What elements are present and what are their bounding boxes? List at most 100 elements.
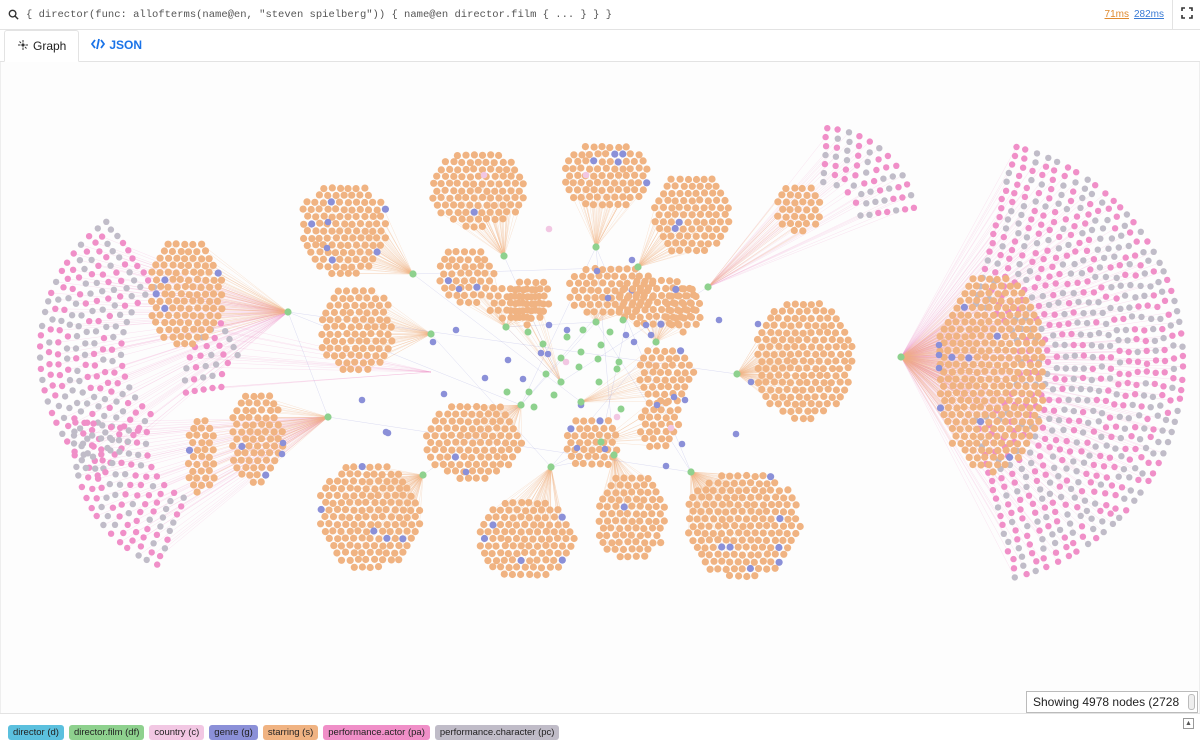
- starring-node[interactable]: [591, 424, 599, 433]
- performance-character-node[interactable]: [1045, 301, 1053, 309]
- starring-node[interactable]: [649, 435, 657, 443]
- performance-character-node[interactable]: [1102, 273, 1110, 281]
- performance-actor-node[interactable]: [910, 204, 918, 211]
- starring-node[interactable]: [683, 306, 691, 314]
- performance-character-node[interactable]: [845, 129, 853, 136]
- director-film-node[interactable]: [427, 330, 435, 338]
- starring-node[interactable]: [152, 318, 160, 326]
- performance-actor-node[interactable]: [1112, 491, 1119, 499]
- performance-actor-node[interactable]: [1050, 218, 1058, 226]
- performance-actor-node[interactable]: [191, 387, 198, 395]
- starring-node[interactable]: [726, 529, 734, 537]
- starring-node[interactable]: [333, 491, 341, 499]
- starring-node[interactable]: [156, 297, 164, 305]
- starring-node[interactable]: [344, 227, 352, 235]
- performance-character-node[interactable]: [899, 172, 906, 179]
- starring-node[interactable]: [960, 361, 969, 369]
- performance-character-node[interactable]: [1088, 190, 1096, 198]
- starring-node[interactable]: [202, 460, 210, 468]
- performance-character-node[interactable]: [137, 283, 144, 291]
- starring-node[interactable]: [632, 524, 640, 532]
- performance-character-node[interactable]: [1160, 334, 1167, 342]
- starring-node[interactable]: [637, 428, 645, 436]
- performance-actor-node[interactable]: [1155, 459, 1162, 467]
- performance-character-node[interactable]: [150, 540, 157, 547]
- starring-node[interactable]: [734, 558, 742, 566]
- starring-node[interactable]: [713, 196, 721, 204]
- genre-node[interactable]: [732, 430, 740, 438]
- starring-node[interactable]: [527, 293, 535, 301]
- starring-node[interactable]: [616, 525, 624, 533]
- starring-node[interactable]: [739, 523, 747, 531]
- genre-node[interactable]: [238, 442, 246, 451]
- performance-character-node[interactable]: [846, 138, 853, 146]
- performance-character-node[interactable]: [1005, 538, 1012, 546]
- tab-json[interactable]: JSON: [79, 29, 154, 61]
- starring-node[interactable]: [570, 534, 578, 543]
- performance-actor-node[interactable]: [1131, 326, 1139, 333]
- performance-actor-node[interactable]: [70, 250, 77, 257]
- starring-node[interactable]: [678, 361, 686, 369]
- performance-actor-node[interactable]: [116, 539, 124, 546]
- starring-node[interactable]: [611, 272, 619, 280]
- starring-node[interactable]: [779, 407, 787, 415]
- performance-character-node[interactable]: [1142, 380, 1150, 387]
- starring-node[interactable]: [616, 305, 624, 313]
- starring-node[interactable]: [320, 185, 328, 193]
- starring-node[interactable]: [238, 413, 246, 422]
- performance-character-node[interactable]: [1086, 386, 1094, 393]
- performance-actor-node[interactable]: [144, 452, 151, 459]
- starring-node[interactable]: [526, 557, 534, 565]
- starring-node[interactable]: [969, 289, 977, 297]
- performance-character-node[interactable]: [1060, 182, 1067, 189]
- starring-node[interactable]: [637, 298, 645, 306]
- starring-node[interactable]: [681, 383, 689, 391]
- starring-node[interactable]: [494, 306, 502, 314]
- starring-node[interactable]: [348, 249, 356, 257]
- starring-node[interactable]: [658, 292, 666, 300]
- starring-node[interactable]: [645, 503, 653, 511]
- genre-node[interactable]: [747, 378, 755, 386]
- performance-actor-node[interactable]: [88, 271, 96, 278]
- performance-actor-node[interactable]: [1176, 395, 1184, 402]
- starring-node[interactable]: [477, 262, 485, 270]
- performance-actor-node[interactable]: [1115, 381, 1122, 388]
- starring-node[interactable]: [339, 337, 347, 346]
- performance-actor-node[interactable]: [1008, 509, 1015, 516]
- starring-node[interactable]: [563, 445, 571, 453]
- starring-node[interactable]: [177, 304, 185, 312]
- starring-node[interactable]: [997, 282, 1006, 290]
- performance-character-node[interactable]: [1155, 278, 1162, 286]
- starring-node[interactable]: [696, 196, 704, 204]
- starring-node[interactable]: [616, 553, 624, 561]
- starring-node[interactable]: [697, 508, 705, 516]
- starring-node[interactable]: [620, 489, 628, 497]
- starring-node[interactable]: [500, 556, 508, 564]
- performance-character-node[interactable]: [65, 295, 72, 302]
- performance-actor-node[interactable]: [1159, 325, 1166, 333]
- starring-node[interactable]: [766, 357, 774, 366]
- country-node[interactable]: [667, 424, 675, 432]
- starring-node[interactable]: [753, 335, 762, 344]
- starring-node[interactable]: [635, 192, 643, 201]
- starring-node[interactable]: [588, 446, 596, 454]
- genre-node[interactable]: [328, 256, 336, 264]
- starring-node[interactable]: [1031, 367, 1039, 375]
- starring-node[interactable]: [611, 165, 619, 173]
- performance-character-node[interactable]: [1032, 159, 1039, 166]
- genre-node[interactable]: [671, 224, 679, 233]
- starring-node[interactable]: [354, 527, 362, 535]
- genre-node[interactable]: [653, 401, 661, 409]
- starring-node[interactable]: [503, 306, 511, 314]
- starring-node[interactable]: [380, 352, 388, 360]
- starring-node[interactable]: [747, 536, 755, 544]
- performance-character-node[interactable]: [999, 243, 1006, 250]
- performance-character-node[interactable]: [1018, 553, 1026, 560]
- starring-node[interactable]: [619, 179, 627, 187]
- performance-actor-node[interactable]: [1152, 357, 1160, 364]
- starring-node[interactable]: [332, 234, 340, 242]
- starring-node[interactable]: [985, 404, 994, 412]
- starring-node[interactable]: [1022, 311, 1030, 319]
- performance-actor-node[interactable]: [1049, 499, 1057, 506]
- starring-node[interactable]: [319, 199, 327, 207]
